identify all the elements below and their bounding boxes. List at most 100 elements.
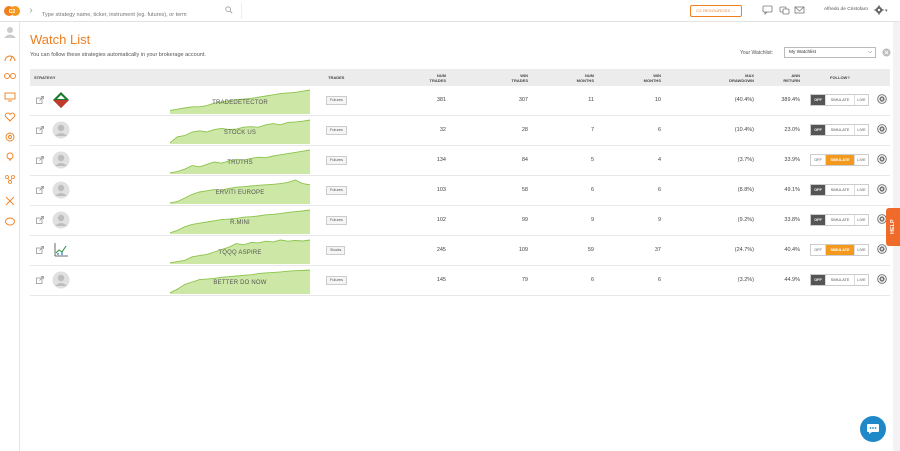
avatar-placeholder-icon	[52, 271, 70, 289]
follow-off-button[interactable]: OFF	[811, 245, 826, 255]
external-link-icon[interactable]	[36, 156, 44, 164]
tools-icon[interactable]	[4, 196, 16, 206]
cell-win-trades: 84	[521, 157, 528, 163]
external-link-icon[interactable]	[36, 246, 44, 254]
header-ann-return-line2: RETURN	[783, 77, 800, 83]
search-icon[interactable]	[225, 6, 233, 14]
external-link-icon[interactable]	[36, 276, 44, 284]
header-num-trades: NUM TRADES	[406, 69, 446, 86]
message-icon[interactable]	[762, 5, 773, 15]
strategy-name-link[interactable]: STOCK US	[180, 130, 300, 136]
follow-live-button[interactable]: LIVE	[855, 275, 868, 285]
external-link-icon[interactable]	[36, 216, 44, 224]
follow-simulate-button[interactable]: SIMULATE	[826, 185, 855, 195]
remove-circle-icon[interactable]	[877, 274, 887, 284]
trade-type-badge: Futures	[326, 96, 347, 105]
external-link-icon[interactable]	[36, 126, 44, 134]
strategy-name-link[interactable]: TRUTHS	[180, 160, 300, 166]
chevron-down-icon[interactable]: ▾	[885, 8, 888, 14]
follow-live-button[interactable]: LIVE	[855, 185, 868, 195]
follow-off-button[interactable]: OFF	[811, 185, 826, 195]
chat-launcher-button[interactable]	[860, 416, 886, 442]
header-trades: TRADES	[328, 75, 345, 80]
header-num-months: NUM MONTHS	[554, 69, 594, 86]
cell-win-trades: 109	[518, 247, 528, 253]
monitor-icon[interactable]	[4, 92, 16, 102]
speech-bubble-icon[interactable]	[4, 217, 16, 227]
follow-off-button[interactable]: OFF	[811, 215, 826, 225]
follow-simulate-button[interactable]: SIMULATE	[826, 155, 855, 165]
network-icon[interactable]	[4, 174, 16, 184]
trade-type-badge: Futures	[326, 276, 347, 285]
cell-win-months: 37	[654, 247, 661, 253]
follow-toggle: OFF SIMULATE LIVE	[810, 244, 869, 256]
cell-max-drawdown: (24.7%)	[734, 247, 754, 253]
follow-live-button[interactable]: LIVE	[855, 125, 868, 135]
follow-live-button[interactable]: LIVE	[855, 245, 868, 255]
c2-resources-button[interactable]: C2 RESOURCES →	[690, 5, 742, 17]
remove-circle-icon[interactable]	[877, 94, 887, 104]
strategy-name-link[interactable]: TRADEDETECTOR	[180, 100, 300, 106]
close-circle-icon[interactable]	[882, 48, 891, 57]
sidebar	[0, 22, 20, 451]
cell-win-trades: 99	[521, 217, 528, 223]
lightbulb-icon[interactable]	[4, 152, 16, 162]
follow-off-button[interactable]: OFF	[811, 95, 826, 105]
cell-num-months: 59	[587, 247, 594, 253]
table-row: STOCK US Futures 32 28 7 6 (10.4%) 23.0% OFF SIMU…	[30, 116, 890, 146]
follow-off-button[interactable]: OFF	[811, 155, 826, 165]
follow-simulate-button[interactable]: SIMULATE	[826, 275, 855, 285]
avatar-icon[interactable]	[4, 26, 16, 38]
remove-circle-icon[interactable]	[877, 244, 887, 254]
follow-simulate-button[interactable]: SIMULATE	[826, 95, 855, 105]
cell-max-drawdown: (3.7%)	[737, 157, 754, 163]
cell-ann-return: 23.0%	[784, 127, 800, 133]
follow-simulate-button[interactable]: SIMULATE	[826, 125, 855, 135]
chat-bubbles-icon[interactable]	[779, 5, 790, 15]
table-header: STRATEGY TRADES NUM TRADES WIN TRADES NUM M…	[30, 69, 890, 86]
remove-circle-icon[interactable]	[877, 184, 887, 194]
external-link-icon[interactable]	[36, 186, 44, 194]
table-row: BETTER DO NOW Futures 145 79 6 6 (3.2%) 44.9% OF…	[30, 266, 890, 296]
watchlist-select[interactable]: My Watchlist ⌵	[784, 47, 876, 58]
gear-icon[interactable]	[874, 5, 884, 15]
header-num-months-line2: MONTHS	[576, 77, 594, 83]
external-link-icon[interactable]	[36, 96, 44, 104]
header-max-drawdown: MAX DRAWDOWN	[694, 69, 754, 86]
cell-win-trades: 58	[521, 187, 528, 193]
remove-circle-icon[interactable]	[877, 124, 887, 134]
settings-circle-icon[interactable]	[4, 132, 16, 142]
c2-logo-icon[interactable]: C2	[4, 5, 20, 17]
dashboard-icon[interactable]	[4, 52, 16, 62]
follow-toggle: OFF SIMULATE LIVE	[810, 154, 869, 166]
follow-toggle: OFF SIMULATE LIVE	[810, 124, 869, 136]
follow-off-button[interactable]: OFF	[811, 125, 826, 135]
binoculars-icon[interactable]	[4, 70, 16, 80]
heart-icon[interactable]	[4, 112, 16, 122]
search-input[interactable]	[42, 7, 222, 23]
avatar-placeholder-icon	[52, 121, 70, 139]
chevron-right-icon[interactable]: ›	[24, 3, 38, 19]
strategy-name-link[interactable]: BETTER DO NOW	[180, 280, 300, 286]
strategy-name-link[interactable]: R.MINI	[180, 220, 300, 226]
follow-live-button[interactable]: LIVE	[855, 95, 868, 105]
cell-win-trades: 28	[521, 127, 528, 133]
remove-circle-icon[interactable]	[877, 154, 887, 164]
follow-off-button[interactable]: OFF	[811, 275, 826, 285]
strategy-name-link[interactable]: TQQQ ASPIRE	[180, 250, 300, 256]
follow-simulate-button[interactable]: SIMULATE	[826, 215, 855, 225]
cell-num-months: 5	[590, 157, 594, 163]
cell-num-months: 6	[590, 277, 594, 283]
follow-live-button[interactable]: LIVE	[855, 215, 868, 225]
table-row: ERVITI EUROPE Futures 103 58 6 6 (8.8%) 49.1% OF…	[30, 176, 890, 206]
page-title: Watch List	[30, 32, 91, 47]
user-name[interactable]: Alfredo de Cristofaro	[824, 7, 868, 12]
mail-icon[interactable]	[794, 5, 805, 15]
avatar-placeholder-icon	[52, 211, 70, 229]
trade-type-badge: Stocks	[326, 246, 346, 255]
follow-live-button[interactable]: LIVE	[855, 155, 868, 165]
follow-simulate-button[interactable]: SIMULATE	[826, 245, 855, 255]
help-tab-button[interactable]: HELP	[886, 208, 900, 246]
strategy-name-link[interactable]: ERVITI EUROPE	[180, 190, 300, 196]
header-num-trades-line2: TRADES	[429, 77, 446, 83]
